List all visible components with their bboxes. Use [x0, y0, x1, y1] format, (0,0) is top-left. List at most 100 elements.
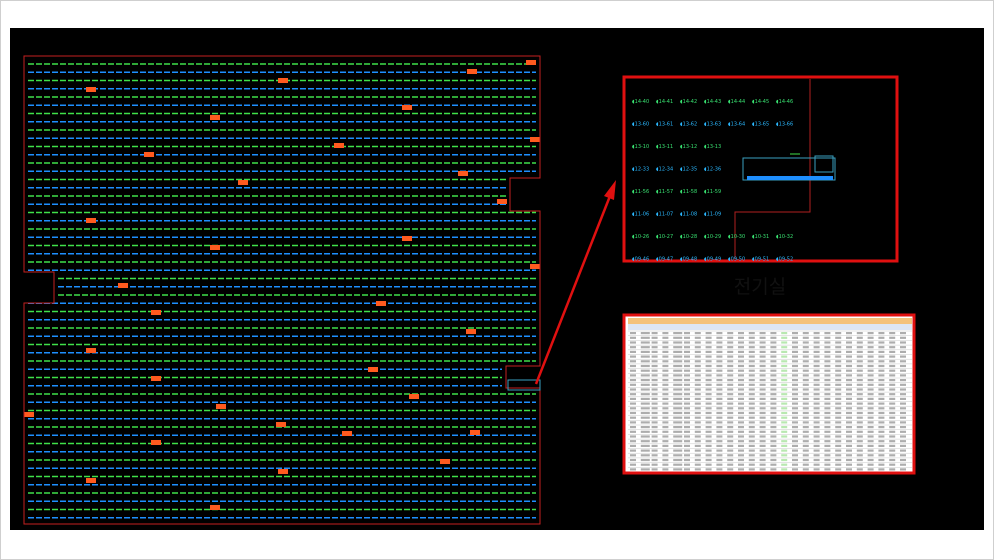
- sheet-cell: [694, 364, 701, 368]
- sheet-cell: [705, 407, 712, 410]
- sheet-cell: [770, 454, 777, 457]
- sheet-cell: [640, 379, 650, 382]
- sheet-cell: [630, 458, 636, 462]
- sheet-cell: [867, 350, 874, 353]
- sheet-cell: [673, 435, 683, 438]
- electrical-room-caption: 전기실: [733, 276, 787, 298]
- sheet-cell: [900, 416, 906, 419]
- sheet-cell: [846, 426, 852, 429]
- sheet-cell: [716, 411, 723, 415]
- sheet-cell: [846, 341, 852, 344]
- sheet-cell: [716, 364, 723, 368]
- sheet-cell: [802, 426, 809, 429]
- sheet-cell: [694, 393, 701, 396]
- sheet-cell: [900, 449, 906, 452]
- sheet-cell: [640, 435, 650, 438]
- sheet-cell: [684, 341, 690, 344]
- sheet-cell: [846, 364, 852, 368]
- sheet-cell: [748, 360, 755, 363]
- sheet-cell: [716, 440, 723, 443]
- sheet-cell: [705, 379, 712, 382]
- sheet-cell: [802, 454, 809, 457]
- sheet-cell: [694, 369, 701, 372]
- sheet-cell: [835, 430, 842, 433]
- sheet-cell: [716, 449, 723, 452]
- circuit-label: ◖13-63: [704, 122, 721, 128]
- sheet-cell: [640, 355, 650, 358]
- sheet-cell: [630, 336, 636, 339]
- sheet-cell: [630, 421, 636, 424]
- sheet-cell: [770, 360, 777, 363]
- inverter-marker: [334, 143, 344, 148]
- sheet-cell: [867, 360, 874, 363]
- sheet-cell: [759, 402, 766, 405]
- sheet-cell: [694, 421, 701, 424]
- circuit-label: ◖11-08: [680, 212, 697, 218]
- sheet-cell: [738, 388, 744, 391]
- sheet-cell: [856, 402, 863, 405]
- sheet-cell: [878, 364, 885, 368]
- sheet-cell: [759, 421, 766, 424]
- sheet-cell: [846, 374, 852, 377]
- sheet-cell: [900, 336, 906, 339]
- inverter-marker: [409, 394, 419, 399]
- sheet-cell: [738, 458, 744, 462]
- sheet-cell: [813, 388, 820, 391]
- sheet-cell: [846, 468, 852, 471]
- sheet-cell: [900, 458, 906, 462]
- sheet-cell: [878, 426, 885, 429]
- sheet-cell: [759, 444, 766, 447]
- sheet-cell: [716, 341, 723, 344]
- sheet-cell: [770, 369, 777, 372]
- sheet-cell: [662, 383, 669, 386]
- sheet-cell: [651, 332, 658, 335]
- sheet-cell: [716, 444, 723, 447]
- inverter-marker: [210, 245, 220, 250]
- sheet-cell: [684, 444, 690, 447]
- sheet-cell: [738, 426, 744, 429]
- sheet-cell: [770, 374, 777, 377]
- sheet-cell: [781, 383, 788, 386]
- sheet-cell: [900, 463, 906, 466]
- sheet-cell: [900, 444, 906, 447]
- sheet-cell: [662, 458, 669, 462]
- sheet-cell: [781, 360, 788, 363]
- sheet-cell: [705, 416, 712, 419]
- sheet-cell: [748, 364, 755, 368]
- sheet-cell: [846, 430, 852, 433]
- sheet-cell: [738, 355, 744, 358]
- sheet-cell: [630, 463, 636, 466]
- sheet-cell: [889, 411, 896, 415]
- sheet-cell: [684, 383, 690, 386]
- circuit-label: ◖09-46: [632, 257, 649, 263]
- sheet-cell: [802, 435, 809, 438]
- sheet-cell: [835, 355, 842, 358]
- sheet-cell: [630, 374, 636, 377]
- sheet-cell: [824, 379, 831, 382]
- sheet-cell: [824, 435, 831, 438]
- sheet-cell: [684, 463, 690, 466]
- sheet-cell: [630, 468, 636, 471]
- sheet-cell: [662, 426, 669, 429]
- sheet-cell: [759, 397, 766, 400]
- sheet-cell: [684, 411, 690, 415]
- circuit-label: ◖12-33: [632, 167, 649, 173]
- circuit-label: ◖09-50: [728, 257, 745, 263]
- sheet-cell: [835, 397, 842, 400]
- sheet-cell: [727, 421, 734, 424]
- sheet-cell: [716, 379, 723, 382]
- sheet-cell: [802, 332, 809, 335]
- sheet-cell: [673, 411, 683, 415]
- sheet-cell: [856, 411, 863, 415]
- sheet-cell: [738, 393, 744, 396]
- sheet-cell: [846, 388, 852, 391]
- sheet-cell: [684, 374, 690, 377]
- sheet-cell: [781, 374, 788, 377]
- sheet-cell: [889, 421, 896, 424]
- sheet-cell: [900, 379, 906, 382]
- sheet-cell: [781, 444, 788, 447]
- sheet-cell: [802, 350, 809, 353]
- inverter-marker: [216, 404, 226, 409]
- sheet-cell: [684, 397, 690, 400]
- inverter-marker: [402, 105, 412, 110]
